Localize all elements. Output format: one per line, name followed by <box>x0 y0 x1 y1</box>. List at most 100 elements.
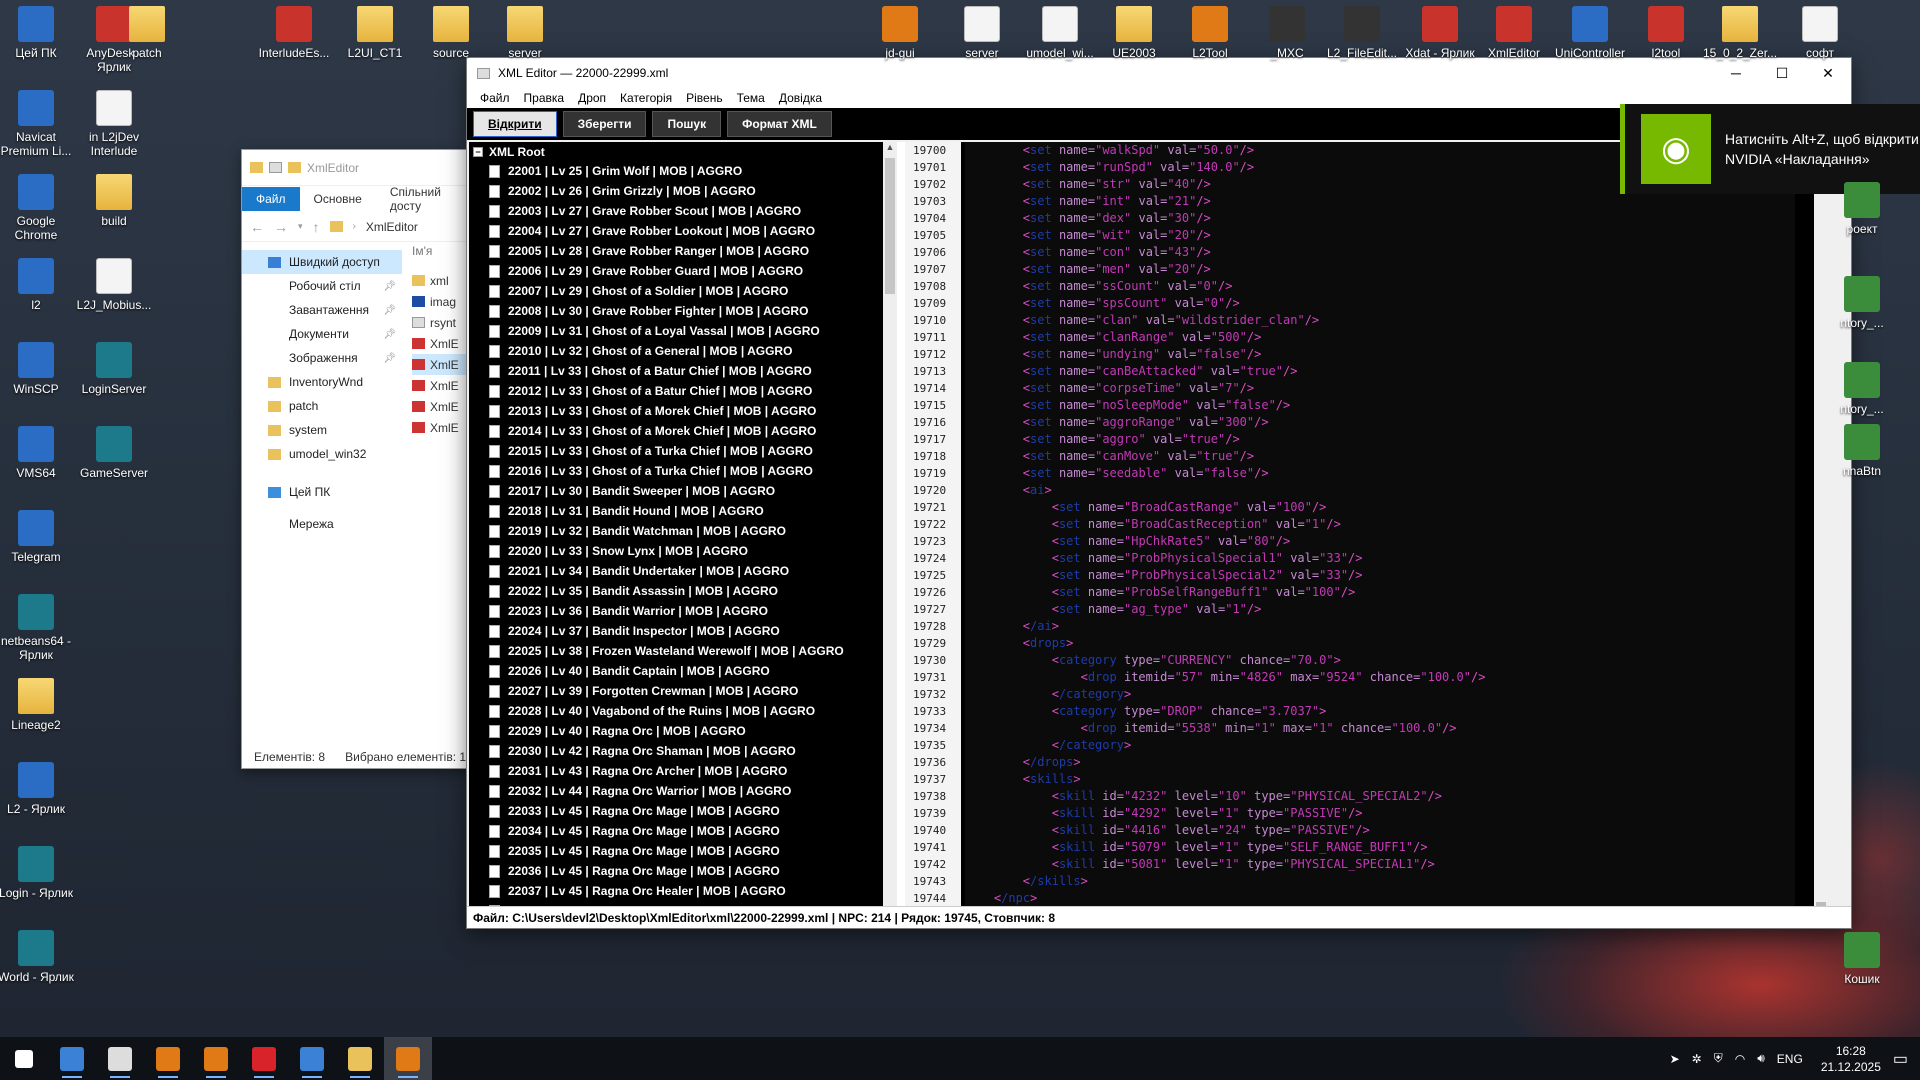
desktop-icon[interactable]: ntory_... <box>1820 362 1904 416</box>
tree-item[interactable]: 22036 | Lv 45 | Ragna Orc Mage | MOB | A… <box>469 861 897 881</box>
chrome-icon[interactable] <box>288 1037 336 1080</box>
nav-item[interactable]: Цей ПК <box>242 480 402 504</box>
menu-item[interactable]: Довідка <box>772 89 829 107</box>
maximize-icon[interactable]: ☐ <box>1759 58 1805 88</box>
code-line[interactable]: <set name="seedable" val="false"/> <box>965 465 1795 482</box>
desktop-icon[interactable]: L2 - Ярлик <box>0 762 78 816</box>
code-line[interactable]: </category> <box>965 686 1795 703</box>
desktop-icon[interactable]: l2 <box>0 258 78 312</box>
desktop-icon[interactable]: XmlEditor <box>1472 6 1556 60</box>
explorer-icon[interactable] <box>336 1037 384 1080</box>
nav-item[interactable]: Робочий стіл 📌︎ <box>242 274 402 298</box>
tree-item[interactable]: 22011 | Lv 33 | Ghost of a Batur Chief |… <box>469 361 897 381</box>
nav-item[interactable]: Зображення 📌︎ <box>242 346 402 370</box>
desktop-icon[interactable]: WinSCP <box>0 342 78 396</box>
fan-icon[interactable] <box>96 1037 144 1080</box>
code-line[interactable]: <set name="men" val="20"/> <box>965 261 1795 278</box>
windows-start-icon[interactable] <box>0 1037 48 1080</box>
code-line[interactable]: </ai> <box>965 618 1795 635</box>
tree-item[interactable]: 22003 | Lv 27 | Grave Robber Scout | MOB… <box>469 201 897 221</box>
code-line[interactable]: <set name="wit" val="20"/> <box>965 227 1795 244</box>
scroll-up-icon[interactable]: ▲ <box>883 142 897 156</box>
code-line[interactable]: <category type="CURRENCY" chance="70.0"> <box>965 652 1795 669</box>
column-header-name[interactable]: Ім'я <box>412 244 470 258</box>
tree-item[interactable]: 22019 | Lv 32 | Bandit Watchman | MOB | … <box>469 521 897 541</box>
tree-item[interactable]: 22034 | Lv 45 | Ragna Orc Mage | MOB | A… <box>469 821 897 841</box>
desktop-icon[interactable]: 15_0_2_Zer... <box>1698 6 1782 60</box>
open-button[interactable]: Відкрити <box>473 111 557 137</box>
save-button[interactable]: Зберегти <box>562 111 647 137</box>
forward-arrow-icon[interactable]: → <box>274 219 288 235</box>
tree-item[interactable]: 22027 | Lv 39 | Forgotten Crewman | MOB … <box>469 681 897 701</box>
tree-item[interactable]: 22008 | Lv 30 | Grave Robber Fighter | M… <box>469 301 897 321</box>
tree-item[interactable]: 22004 | Lv 27 | Grave Robber Lookout | M… <box>469 221 897 241</box>
nav-item[interactable]: Мережа <box>242 512 402 536</box>
desktop-icon[interactable]: VMS64 <box>0 426 78 480</box>
close-icon[interactable]: ✕ <box>1805 58 1851 88</box>
scrollbar-thumb[interactable] <box>885 158 895 294</box>
code-line[interactable]: </skills> <box>965 873 1795 890</box>
code-line[interactable]: <set name="aggroRange" val="300"/> <box>965 414 1795 431</box>
xml-code-view[interactable]: 19700 19701 19702 19703 19704 19705 19706 19707… <box>905 142 1828 924</box>
language-indicator[interactable]: ENG <box>1777 1052 1803 1066</box>
pane-splitter[interactable] <box>897 142 905 924</box>
desktop-icon[interactable]: Xdat - Ярлик <box>1398 6 1482 60</box>
tree-item[interactable]: 22013 | Lv 33 | Ghost of a Morek Chief |… <box>469 401 897 421</box>
network-tray-icon[interactable]: ✲ <box>1692 1052 1702 1066</box>
tree-item[interactable]: 22020 | Lv 33 | Snow Lynx | MOB | AGGRO <box>469 541 897 561</box>
address-path[interactable]: XmlEditor <box>366 220 418 234</box>
code-line[interactable]: <set name="BroadCastRange" val="100"/> <box>965 499 1795 516</box>
code-line[interactable]: <set name="clan" val="wildstrider_clan"/… <box>965 312 1795 329</box>
file-item[interactable]: imag <box>412 291 470 312</box>
desktop-icon[interactable]: netbeans64 - Ярлик <box>0 594 78 662</box>
nav-item[interactable]: Завантаження 📌︎ <box>242 298 402 322</box>
code-line[interactable]: <set name="ag_type" val="1"/> <box>965 601 1795 618</box>
wifi-icon[interactable]: ◠ <box>1735 1052 1745 1066</box>
code-line[interactable]: <set name="ProbPhysicalSpecial2" val="33… <box>965 567 1795 584</box>
ribbon-tab-share[interactable]: Спільний досту <box>376 180 468 218</box>
tree-item[interactable]: 22035 | Lv 45 | Ragna Orc Mage | MOB | A… <box>469 841 897 861</box>
desktop-icon[interactable]: LoginServer <box>72 342 156 396</box>
tree-item[interactable]: 22017 | Lv 30 | Bandit Sweeper | MOB | A… <box>469 481 897 501</box>
code-line[interactable]: </drops> <box>965 754 1795 771</box>
tree-item[interactable]: 22021 | Lv 34 | Bandit Undertaker | MOB … <box>469 561 897 581</box>
desktop-icon[interactable]: UE2003 <box>1092 6 1176 60</box>
search-button[interactable]: Пошук <box>652 111 722 137</box>
code-line[interactable]: <skill id="4292" level="1" type="PASSIVE… <box>965 805 1795 822</box>
file-item[interactable]: xml <box>412 270 470 291</box>
tree-item[interactable]: 22025 | Lv 38 | Frozen Wasteland Werewol… <box>469 641 897 661</box>
tree-item[interactable]: 22015 | Lv 33 | Ghost of a Turka Chief |… <box>469 441 897 461</box>
code-line[interactable]: <skill id="4416" level="24" type="PASSIV… <box>965 822 1795 839</box>
desktop-icon[interactable]: Цей ПК <box>0 6 78 60</box>
code-line[interactable]: <set name="canMove" val="true"/> <box>965 448 1795 465</box>
desktop-icon[interactable]: ntory_... <box>1820 276 1904 330</box>
desktop-icon[interactable]: _MXC <box>1245 6 1329 60</box>
tree-item[interactable]: 22018 | Lv 31 | Bandit Hound | MOB | AGG… <box>469 501 897 521</box>
tree-scrollbar[interactable]: ▲ ▼ <box>883 142 897 924</box>
ribbon-tab-file[interactable]: Файл <box>242 187 300 211</box>
nav-item[interactable]: Документи 📌︎ <box>242 322 402 346</box>
menu-item[interactable]: Тема <box>730 89 772 107</box>
nav-item[interactable]: Швидкий доступ <box>242 250 402 274</box>
volume-icon[interactable]: 🔊︎ <box>1757 1051 1765 1066</box>
menu-item[interactable]: Дроп <box>571 89 613 107</box>
chevron-down-icon[interactable]: ▾ <box>298 221 303 232</box>
code-line[interactable]: <skill id="5081" level="1" type="PHYSICA… <box>965 856 1795 873</box>
code-line[interactable]: <ai> <box>965 482 1795 499</box>
code-line[interactable]: </npc> <box>965 890 1795 907</box>
file-explorer-window[interactable]: XmlEditor Файл Основне Спільний досту ← … <box>241 149 470 769</box>
format-xml-button[interactable]: Формат XML <box>727 111 832 137</box>
tree-item[interactable]: 22007 | Lv 29 | Ghost of a Soldier | MOB… <box>469 281 897 301</box>
desktop-icon[interactable]: l2tool <box>1624 6 1708 60</box>
tree-item[interactable]: 22030 | Lv 42 | Ragna Orc Shaman | MOB |… <box>469 741 897 761</box>
desktop-icon[interactable]: Lineage2 <box>0 678 78 732</box>
npc-tree[interactable]: − XML Root 22001 | Lv 25 | Grim Wolf | M… <box>469 142 897 924</box>
tree-item[interactable]: 22024 | Lv 37 | Bandit Inspector | MOB |… <box>469 621 897 641</box>
file-item[interactable]: rsynt <box>412 312 470 333</box>
ribbon-tab-home[interactable]: Основне <box>300 187 376 211</box>
code-line[interactable]: <set name="corpseTime" val="7"/> <box>965 380 1795 397</box>
tree-item[interactable]: 22001 | Lv 25 | Grim Wolf | MOB | AGGRO <box>469 161 897 181</box>
java-icon[interactable] <box>192 1037 240 1080</box>
code-line[interactable]: <set name="spsCount" val="0"/> <box>965 295 1795 312</box>
tree-item[interactable]: 22026 | Lv 40 | Bandit Captain | MOB | A… <box>469 661 897 681</box>
